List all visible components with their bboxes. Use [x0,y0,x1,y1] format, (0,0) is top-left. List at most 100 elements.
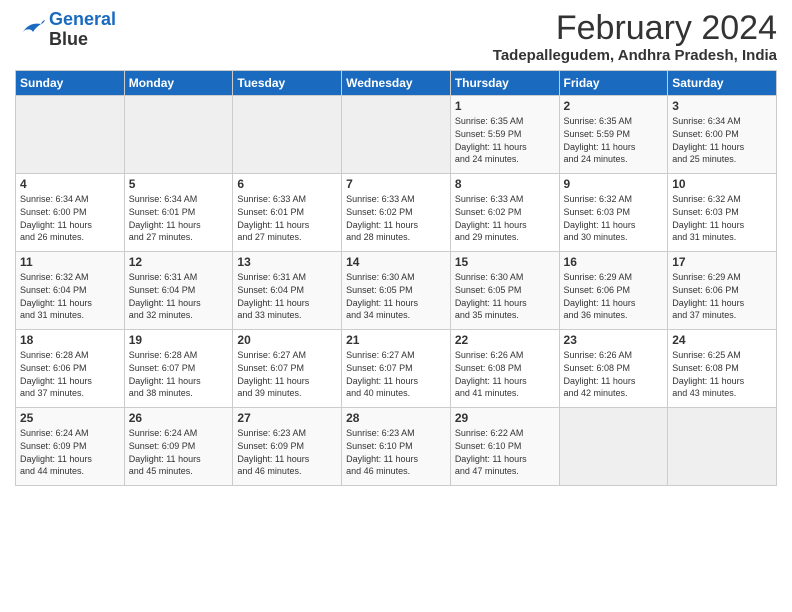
day-number: 11 [20,255,120,269]
day-number: 8 [455,177,555,191]
table-row: 5Sunrise: 6:34 AMSunset: 6:01 PMDaylight… [124,174,233,252]
table-row: 19 Sunrise: 6:28 AMSunset: 6:07 PMDayligh… [124,330,233,408]
day-number: 1 [455,99,555,113]
day-info: Sunrise: 6:32 AMSunset: 6:04 PMDaylight:… [20,271,120,321]
col-friday: Friday [559,71,668,96]
calendar-week-5: 25 Sunrise: 6:24 AMSunset: 6:09 PMDayligh… [16,408,777,486]
day-info: Sunrise: 6:30 AMSunset: 6:05 PMDaylight:… [346,271,446,321]
calendar-week-1: 1 Sunrise: 6:35 AMSunset: 5:59 PMDaylight… [16,96,777,174]
table-row: 20Sunrise: 6:27 AMSunset: 6:07 PMDayligh… [233,330,342,408]
table-row [16,96,125,174]
day-number: 29 [455,411,555,425]
table-row: 18 Sunrise: 6:28 AMSunset: 6:06 PMDayligh… [16,330,125,408]
day-number: 7 [346,177,446,191]
day-info: Sunrise: 6:34 AMSunset: 6:00 PMDaylight:… [672,115,772,165]
day-number: 25 [20,411,120,425]
day-info: Sunrise: 6:34 AMSunset: 6:00 PMDaylight:… [20,193,120,243]
calendar-header-row: Sunday Monday Tuesday Wednesday Thursday… [16,71,777,96]
table-row: 21 Sunrise: 6:27 AMSunset: 6:07 PMDayligh… [342,330,451,408]
table-row: 29 Sunrise: 6:22 AMSunset: 6:10 PMDayligh… [450,408,559,486]
table-row: 14 Sunrise: 6:30 AMSunset: 6:05 PMDayligh… [342,252,451,330]
day-number: 3 [672,99,772,113]
day-info: Sunrise: 6:33 AMSunset: 6:02 PMDaylight:… [346,193,446,243]
table-row: 13 Sunrise: 6:31 AMSunset: 6:04 PMDayligh… [233,252,342,330]
table-row: 24 Sunrise: 6:25 AMSunset: 6:08 PMDayligh… [668,330,777,408]
day-number: 14 [346,255,446,269]
day-number: 23 [564,333,664,347]
main-container: General Blue February 2024 Tadepallegude… [0,0,792,491]
day-number: 22 [455,333,555,347]
table-row [342,96,451,174]
day-info: Sunrise: 6:25 AMSunset: 6:08 PMDaylight:… [672,349,772,399]
title-block: February 2024 Tadepallegudem, Andhra Pra… [493,10,777,64]
day-info: Sunrise: 6:24 AMSunset: 6:09 PMDaylight:… [129,427,229,477]
day-info: Sunrise: 6:35 AMSunset: 5:59 PMDaylight:… [564,115,664,165]
day-number: 20 [237,333,337,347]
col-thursday: Thursday [450,71,559,96]
month-title: February 2024 [493,10,777,47]
day-number: 26 [129,411,229,425]
day-number: 21 [346,333,446,347]
table-row: 12 Sunrise: 6:31 AMSunset: 6:04 PMDayligh… [124,252,233,330]
col-tuesday: Tuesday [233,71,342,96]
day-number: 18 [20,333,120,347]
table-row: 4Sunrise: 6:34 AMSunset: 6:00 PMDaylight… [16,174,125,252]
day-info: Sunrise: 6:23 AMSunset: 6:10 PMDaylight:… [346,427,446,477]
day-number: 13 [237,255,337,269]
day-number: 10 [672,177,772,191]
day-info: Sunrise: 6:32 AMSunset: 6:03 PMDaylight:… [672,193,772,243]
table-row: 25 Sunrise: 6:24 AMSunset: 6:09 PMDayligh… [16,408,125,486]
table-row: 15 Sunrise: 6:30 AMSunset: 6:05 PMDayligh… [450,252,559,330]
col-sunday: Sunday [16,71,125,96]
table-row: 9 Sunrise: 6:32 AMSunset: 6:03 PMDaylight… [559,174,668,252]
table-row: 7 Sunrise: 6:33 AMSunset: 6:02 PMDaylight… [342,174,451,252]
calendar-week-3: 11 Sunrise: 6:32 AMSunset: 6:04 PMDayligh… [16,252,777,330]
day-info: Sunrise: 6:27 AMSunset: 6:07 PMDaylight:… [346,349,446,399]
day-info: Sunrise: 6:26 AMSunset: 6:08 PMDaylight:… [564,349,664,399]
day-info: Sunrise: 6:28 AMSunset: 6:06 PMDaylight:… [20,349,120,399]
table-row: 27Sunrise: 6:23 AMSunset: 6:09 PMDayligh… [233,408,342,486]
col-wednesday: Wednesday [342,71,451,96]
day-number: 9 [564,177,664,191]
calendar-week-4: 18 Sunrise: 6:28 AMSunset: 6:06 PMDayligh… [16,330,777,408]
table-row: 26 Sunrise: 6:24 AMSunset: 6:09 PMDayligh… [124,408,233,486]
day-number: 19 [129,333,229,347]
table-row: 6 Sunrise: 6:33 AMSunset: 6:01 PMDaylight… [233,174,342,252]
day-number: 15 [455,255,555,269]
day-number: 6 [237,177,337,191]
day-info: Sunrise: 6:28 AMSunset: 6:07 PMDaylight:… [129,349,229,399]
day-info: Sunrise: 6:31 AMSunset: 6:04 PMDaylight:… [237,271,337,321]
calendar-week-2: 4Sunrise: 6:34 AMSunset: 6:00 PMDaylight… [16,174,777,252]
day-number: 24 [672,333,772,347]
day-info: Sunrise: 6:30 AMSunset: 6:05 PMDaylight:… [455,271,555,321]
table-row: 22Sunrise: 6:26 AMSunset: 6:08 PMDayligh… [450,330,559,408]
day-info: Sunrise: 6:29 AMSunset: 6:06 PMDaylight:… [564,271,664,321]
table-row: 2 Sunrise: 6:35 AMSunset: 5:59 PMDaylight… [559,96,668,174]
calendar-table: Sunday Monday Tuesday Wednesday Thursday… [15,70,777,486]
table-row [233,96,342,174]
day-info: Sunrise: 6:22 AMSunset: 6:10 PMDaylight:… [455,427,555,477]
day-info: Sunrise: 6:33 AMSunset: 6:02 PMDaylight:… [455,193,555,243]
day-number: 12 [129,255,229,269]
table-row [124,96,233,174]
col-monday: Monday [124,71,233,96]
day-info: Sunrise: 6:29 AMSunset: 6:06 PMDaylight:… [672,271,772,321]
table-row: 8 Sunrise: 6:33 AMSunset: 6:02 PMDaylight… [450,174,559,252]
col-saturday: Saturday [668,71,777,96]
header: General Blue February 2024 Tadepallegude… [15,10,777,64]
day-info: Sunrise: 6:24 AMSunset: 6:09 PMDaylight:… [20,427,120,477]
table-row: 1 Sunrise: 6:35 AMSunset: 5:59 PMDaylight… [450,96,559,174]
logo-bird-icon [15,18,45,42]
day-info: Sunrise: 6:31 AMSunset: 6:04 PMDaylight:… [129,271,229,321]
day-info: Sunrise: 6:35 AMSunset: 5:59 PMDaylight:… [455,115,555,165]
table-row: 10 Sunrise: 6:32 AMSunset: 6:03 PMDayligh… [668,174,777,252]
day-info: Sunrise: 6:33 AMSunset: 6:01 PMDaylight:… [237,193,337,243]
day-number: 5 [129,177,229,191]
logo-text: General Blue [49,10,116,50]
table-row [668,408,777,486]
day-info: Sunrise: 6:32 AMSunset: 6:03 PMDaylight:… [564,193,664,243]
table-row: 16Sunrise: 6:29 AMSunset: 6:06 PMDayligh… [559,252,668,330]
table-row [559,408,668,486]
day-number: 2 [564,99,664,113]
table-row: 11 Sunrise: 6:32 AMSunset: 6:04 PMDayligh… [16,252,125,330]
